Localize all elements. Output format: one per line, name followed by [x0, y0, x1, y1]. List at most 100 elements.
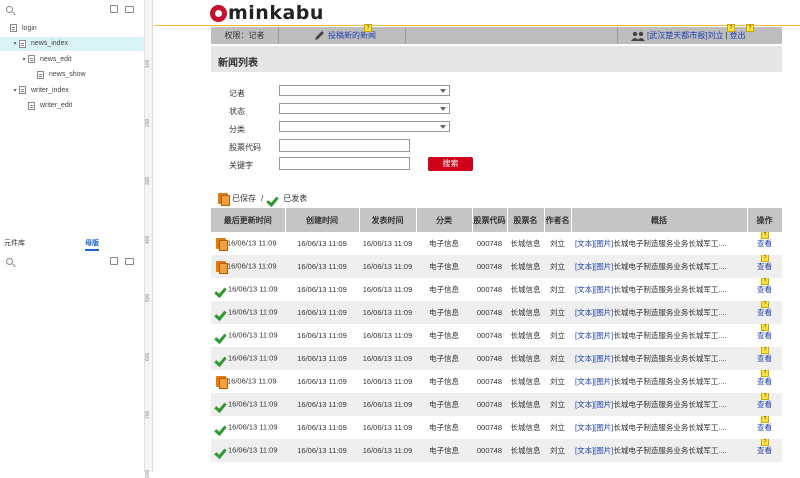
updated-cell: 16/06/13 11:09 [211, 347, 285, 370]
summary-tags-link[interactable]: [文本][图片] [575, 446, 613, 455]
view-link: 查看? [757, 439, 772, 455]
tree-item-news-index[interactable]: ▾ news_index [0, 36, 144, 51]
summary-tags-link[interactable]: [文本][图片] [575, 331, 613, 340]
view-link: 查看? [757, 232, 772, 248]
view-link-label[interactable]: 查看 [757, 423, 772, 432]
action-cell: 查看? [747, 255, 782, 278]
column-header: 股票名 [507, 208, 545, 232]
status-legend: 已保存 / 已发表 [218, 191, 307, 206]
action-cell: 查看? [747, 393, 782, 416]
add-page-icon[interactable] [110, 2, 118, 16]
view-link-label[interactable]: 查看 [757, 377, 772, 386]
stock-code-cell: 000748 [472, 347, 507, 370]
reporter-select[interactable] [279, 85, 450, 96]
ruler-tick: 500 [145, 293, 151, 302]
view-link: 查看? [757, 370, 772, 386]
tree-item-writer-index[interactable]: ▾ writer_index [0, 83, 144, 97]
annotation-pin-icon: ? [761, 370, 769, 377]
view-link: 查看? [757, 393, 772, 409]
action-cell: 查看? [747, 416, 782, 439]
summary-tags-link[interactable]: [文本][图片] [575, 285, 613, 294]
stock-name-cell: 长城信息 [510, 377, 541, 386]
annotation-pin-icon: ? [364, 24, 372, 32]
annotation-pin-icon: ? [761, 255, 769, 262]
author-cell: 刘立 [544, 393, 571, 416]
published-icon [216, 284, 227, 295]
summary-tags-link[interactable]: [文本][图片] [575, 400, 613, 409]
news-table: 最后更新时间 创建时间 发表时间 分类 股票代码 股票名 作者名 概括 操作 16/06/13 … [211, 208, 783, 462]
tree-item-news-show[interactable]: news_show [0, 68, 144, 82]
tree-item-writer-edit[interactable]: writer_edit [0, 99, 144, 113]
published-icon [216, 330, 227, 341]
view-link-label[interactable]: 查看 [757, 446, 772, 455]
category-cell: 电子信息 [429, 377, 459, 386]
chevron-down-icon[interactable]: ▾ [11, 40, 19, 47]
status-label: 状态 [229, 107, 245, 116]
view-link-label[interactable]: 查看 [757, 354, 772, 363]
view-link-label[interactable]: 查看 [757, 239, 772, 248]
category-cell: 电子信息 [416, 301, 472, 324]
ruler-tick: 100 [145, 59, 151, 68]
view-link: 查看? [757, 347, 772, 363]
summary-cell: [文本][图片]长城电子制造服务业务长城军工.... [571, 370, 747, 393]
summary-tags-link[interactable]: [文本][图片] [575, 377, 613, 386]
published-cell: 16/06/13 11:09 [359, 439, 416, 462]
tab-library[interactable]: 元件库 [4, 238, 25, 248]
created-cell: 16/06/13 11:09 [285, 255, 359, 278]
view-link-label[interactable]: 查看 [757, 262, 772, 271]
chevron-down-icon[interactable]: ▾ [11, 87, 19, 94]
published-icon [216, 445, 227, 456]
chevron-down-icon[interactable]: ▾ [20, 56, 28, 63]
view-link: 查看? [757, 255, 772, 271]
stock-code-cell: 000748 [472, 255, 507, 278]
action-cell: 查看? [747, 370, 782, 393]
author-cell: 刘立 [550, 331, 565, 340]
summary-tags-link[interactable]: [文本][图片] [575, 239, 613, 248]
tab-masters[interactable]: 母版 [85, 238, 99, 251]
author-cell: 刘立 [544, 347, 571, 370]
view-link-label[interactable]: 查看 [757, 308, 772, 317]
status-select[interactable] [279, 103, 450, 114]
summary-tags-link[interactable]: [文本][图片] [575, 308, 613, 317]
stock-code-input[interactable] [279, 139, 410, 152]
add-master-icon[interactable] [110, 254, 118, 268]
view-link: 查看? [757, 324, 772, 340]
category-cell: 电子信息 [416, 393, 472, 416]
summary-tags-link[interactable]: [文本][图片] [575, 354, 613, 363]
view-link-label[interactable]: 查看 [757, 285, 772, 294]
ruler-tick: 600 [145, 352, 151, 361]
updated-time: 16/06/13 11:09 [228, 399, 278, 409]
search-button[interactable]: 搜索 [428, 157, 473, 171]
view-link-label[interactable]: 查看 [757, 400, 772, 409]
column-header: 股票代码 [472, 208, 508, 232]
design-canvas: minkabu 权限：记者 投稿新的新闻 ? [武汉楚天都市报]刘立 | 登出 … [154, 0, 800, 472]
summary-tags-link[interactable]: [文本][图片] [575, 262, 613, 271]
saved-label: 已保存 [232, 193, 256, 203]
post-news-cell: 投稿新的新闻 ? [279, 24, 406, 44]
vertical-ruler: 100 200 300 400 500 600 700 800 [145, 0, 153, 478]
library-tabs: 元件库 母版 [0, 236, 144, 251]
page-icon [28, 101, 35, 110]
stock-name-cell: 长城信息 [507, 255, 544, 278]
tree-item-news-edit[interactable]: ▾ news_edit [0, 52, 144, 66]
masters-search-icon[interactable] [6, 254, 13, 268]
tree-item-label: writer_edit [40, 102, 73, 109]
category-select[interactable] [279, 121, 450, 132]
action-cell: 查看? [747, 301, 782, 324]
updated-cell: 16/06/13 11:09 [211, 232, 285, 255]
table-row: 16/06/13 11:09 16/06/13 11:09 16/06/13 11:… [211, 324, 782, 347]
keyword-input[interactable] [279, 157, 410, 170]
top-navbar: 权限：记者 投稿新的新闻 ? [武汉楚天都市报]刘立 | 登出 ? ? [211, 24, 782, 44]
published-cell: 16/06/13 11:09 [359, 301, 416, 324]
add-folder-icon[interactable] [125, 2, 134, 16]
user-link[interactable]: [武汉楚天都市报]刘立 [647, 30, 723, 41]
stock-name-cell: 长城信息 [507, 347, 544, 370]
page-icon [19, 39, 26, 48]
summary-tags-link[interactable]: [文本][图片] [575, 423, 613, 432]
action-cell: 查看? [747, 232, 782, 255]
tree-item-login[interactable]: login [0, 21, 144, 35]
add-master-folder-icon[interactable] [125, 254, 134, 268]
view-link-label[interactable]: 查看 [757, 331, 772, 340]
table-row: 16/06/13 11:09 16/06/13 11:09 16/06/13 11:… [211, 416, 782, 439]
search-icon[interactable] [6, 2, 13, 16]
